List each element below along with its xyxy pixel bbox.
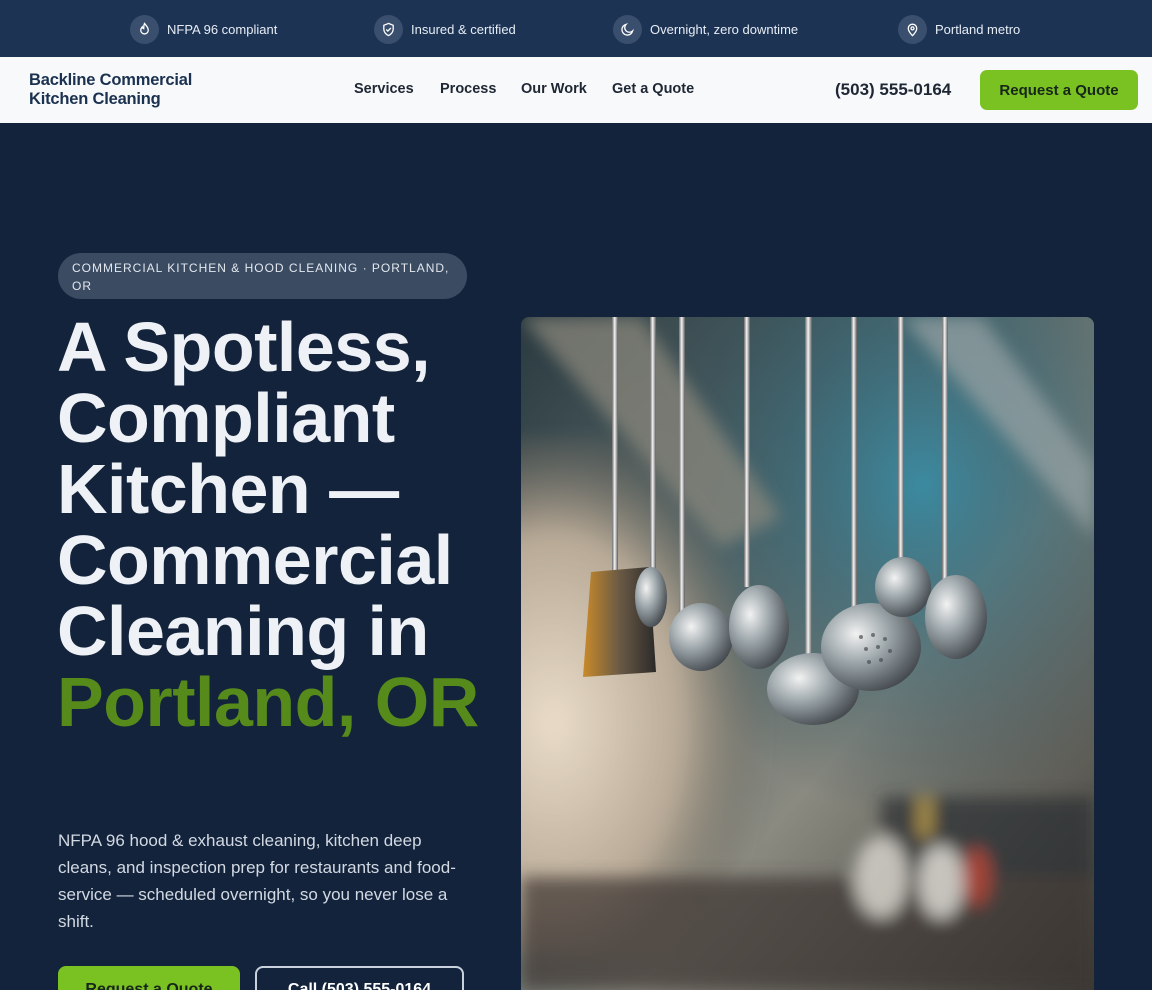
trust-bar: NFPA 96 compliant Insured & certified Ov… <box>0 0 1152 57</box>
hero-eyebrow-badge: COMMERCIAL KITCHEN & HOOD CLEANING · POR… <box>58 253 467 299</box>
main-nav: Backline Commercial Kitchen Cleaning Ser… <box>0 57 1152 123</box>
hero-request-quote-button[interactable]: Request a Quote <box>58 966 240 990</box>
hero-title-accent: Portland, OR <box>57 663 479 741</box>
trust-item-label: NFPA 96 compliant <box>167 21 278 37</box>
map-pin-icon <box>898 14 927 44</box>
brand-logo[interactable]: Backline Commercial Kitchen Cleaning <box>29 71 229 109</box>
nav-link-our-work[interactable]: Our Work <box>521 81 587 97</box>
trust-item-label: Insured & certified <box>411 21 516 37</box>
flame-icon <box>130 14 159 44</box>
trust-item-nfpa: NFPA 96 compliant <box>130 14 277 44</box>
moon-icon <box>613 14 642 44</box>
hero-description: NFPA 96 hood & exhaust cleaning, kitchen… <box>58 831 456 931</box>
nav-link-services[interactable]: Services <box>354 81 414 97</box>
trust-item-insured: Insured & certified <box>374 14 516 44</box>
shield-check-icon <box>374 14 403 44</box>
hero-photo <box>521 317 1094 990</box>
hero-title-main: A Spotless, Compliant Kitchen — Commerci… <box>57 308 453 670</box>
trust-item-location: Portland metro <box>898 14 1020 44</box>
hero-call-button[interactable]: Call (503) 555-0164 <box>255 966 464 990</box>
trust-item-label: Portland metro <box>935 21 1021 37</box>
nav-link-get-a-quote[interactable]: Get a Quote <box>612 81 694 97</box>
request-quote-button[interactable]: Request a Quote <box>980 70 1138 110</box>
nav-link-process[interactable]: Process <box>440 81 496 97</box>
nav-phone-link[interactable]: (503) 555-0164 <box>835 80 951 100</box>
trust-item-label: Overnight, zero downtime <box>650 21 799 37</box>
hero-title: A Spotless, Compliant Kitchen — Commerci… <box>57 312 497 738</box>
trust-item-overnight: Overnight, zero downtime <box>613 14 798 44</box>
hanging-utensils-image <box>521 317 1094 990</box>
